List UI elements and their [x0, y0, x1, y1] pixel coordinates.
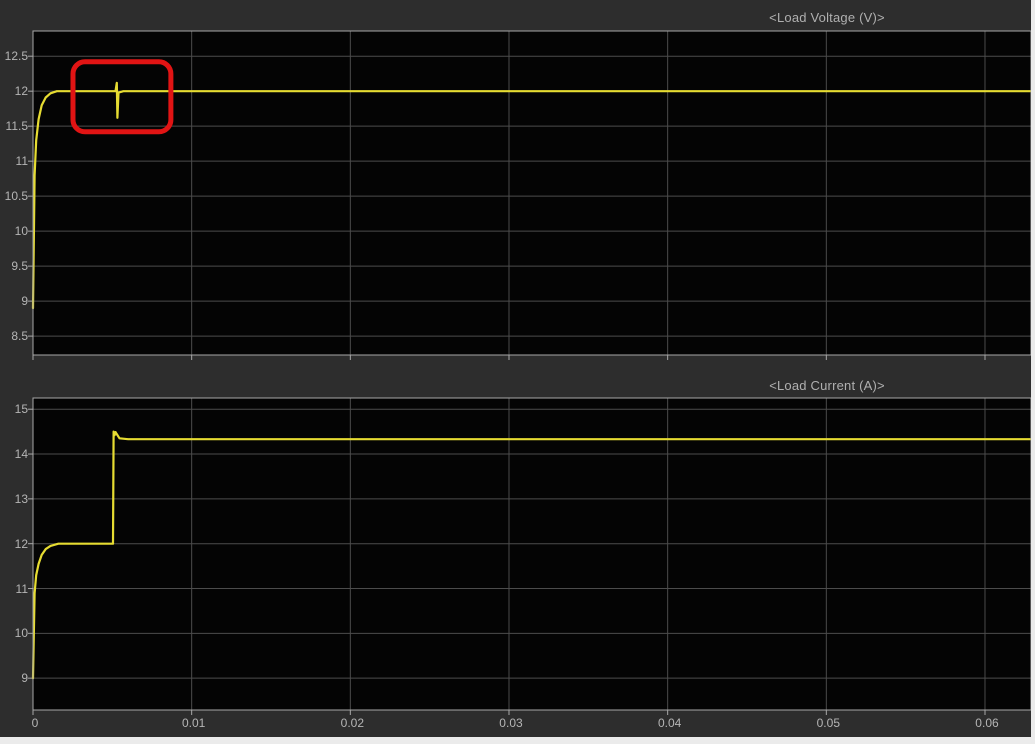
y-tick-label: 11	[0, 581, 28, 597]
scope-canvas	[0, 0, 1035, 744]
x-tick-label: 0	[32, 715, 39, 731]
y-tick-label: 12.5	[0, 48, 28, 64]
current-plot-area	[33, 398, 1031, 710]
y-tick-label: 11.5	[0, 118, 28, 134]
y-tick-label: 13	[0, 491, 28, 507]
y-tick-label: 9	[0, 293, 28, 309]
y-tick-label: 12	[0, 536, 28, 552]
x-tick-label: 0.03	[499, 715, 522, 731]
page-edge-bottom	[0, 737, 1035, 744]
x-tick-label: 0.01	[182, 715, 205, 731]
x-tick-label: 0.02	[341, 715, 364, 731]
page-edge-right	[1031, 0, 1035, 744]
voltage-plot-title: <Load Voltage (V)>	[769, 10, 885, 25]
x-tick-label: 0.05	[817, 715, 840, 731]
y-tick-label: 15	[0, 401, 28, 417]
y-tick-label: 9	[0, 670, 28, 686]
y-tick-label: 9.5	[0, 258, 28, 274]
x-tick-label: 0.06	[975, 715, 998, 731]
y-tick-label: 10.5	[0, 188, 28, 204]
y-tick-label: 11	[0, 153, 28, 169]
y-tick-label: 8.5	[0, 328, 28, 344]
y-tick-label: 14	[0, 446, 28, 462]
x-tick-label: 0.04	[658, 715, 681, 731]
voltage-plot-area	[33, 31, 1031, 355]
scope-screenshot: <Load Voltage (V)> <Load Current (A)> 8.…	[0, 0, 1035, 744]
y-tick-label: 10	[0, 223, 28, 239]
y-tick-label: 10	[0, 625, 28, 641]
current-plot-title: <Load Current (A)>	[769, 378, 885, 393]
y-tick-label: 12	[0, 83, 28, 99]
scope-window: <Load Voltage (V)> <Load Current (A)> 8.…	[0, 0, 1031, 737]
